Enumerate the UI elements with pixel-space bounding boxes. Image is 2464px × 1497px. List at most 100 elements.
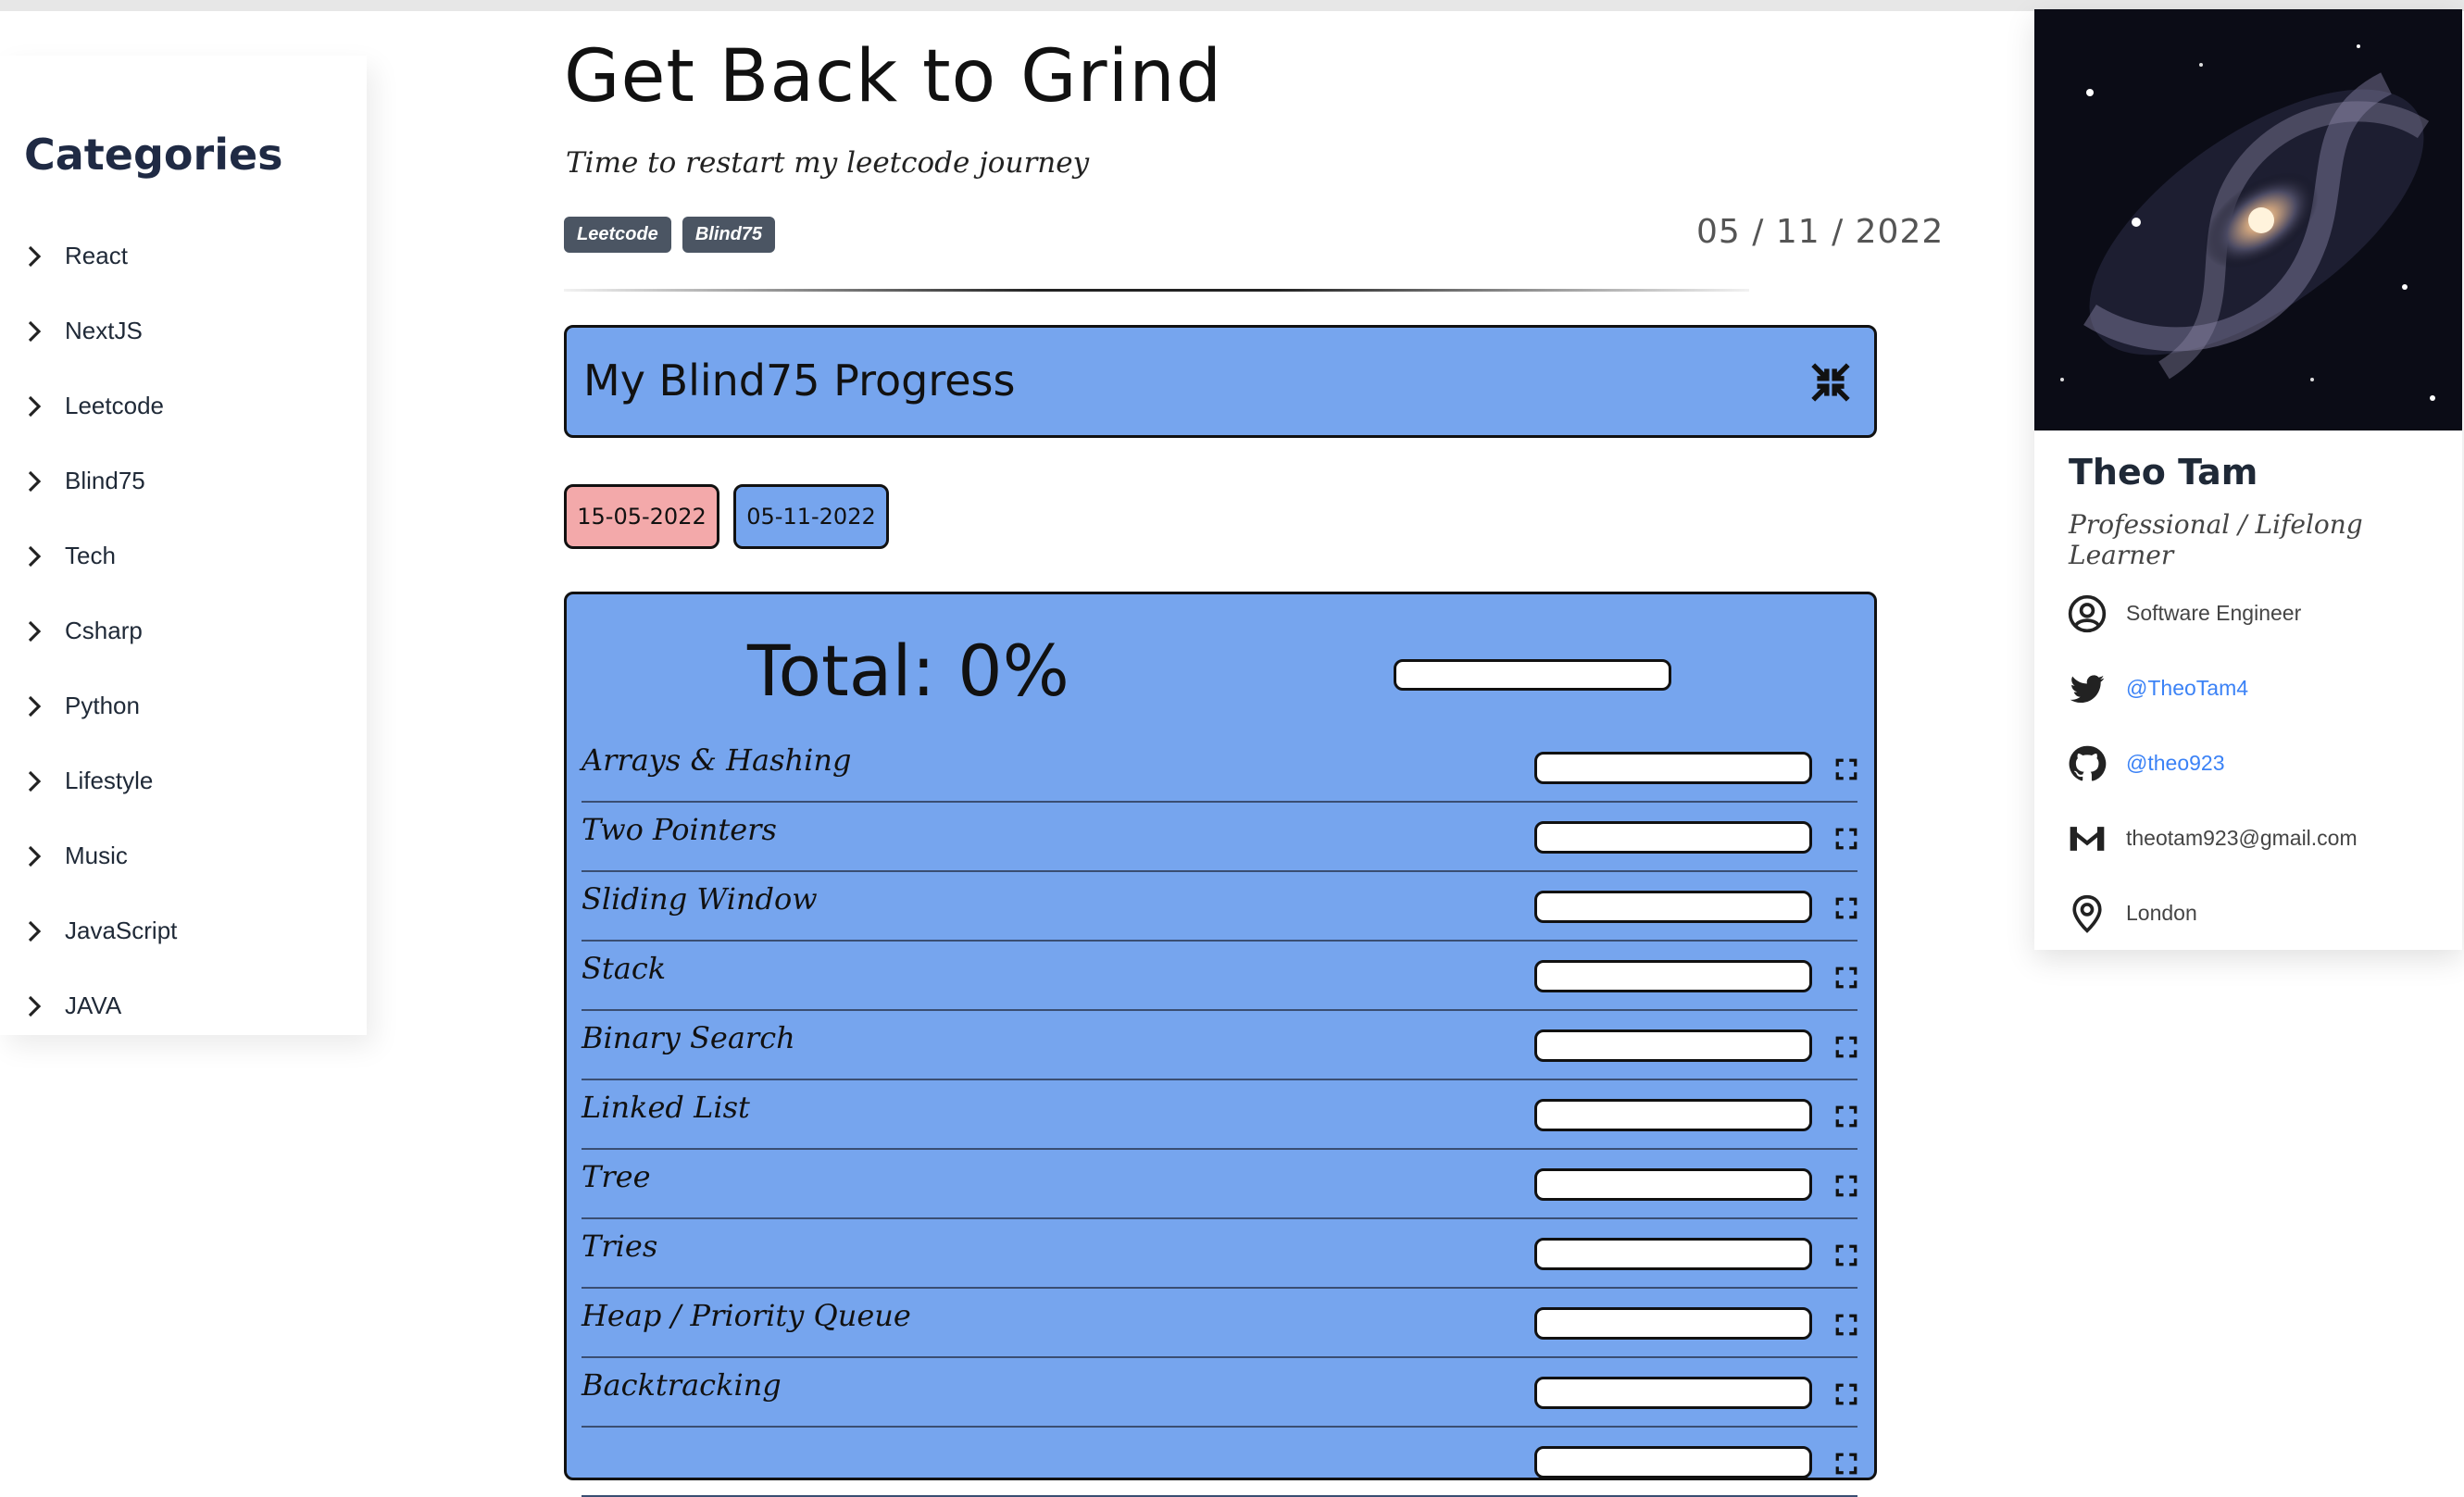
- topic-name: Stack: [582, 951, 667, 986]
- post-subtitle: Time to restart my leetcode journey: [566, 146, 1090, 180]
- gmail-icon: [2070, 826, 2105, 851]
- end-date-input[interactable]: 05-11-2022: [733, 484, 889, 549]
- category-item-csharp[interactable]: Csharp: [20, 593, 177, 668]
- expand-icon[interactable]: [1834, 1104, 1858, 1129]
- topic-row: Heap / Priority Queue: [582, 1289, 1857, 1358]
- category-item-lifestyle[interactable]: Lifestyle: [20, 743, 177, 818]
- profile-twitter[interactable]: @TheoTam4: [2067, 651, 2358, 726]
- topic-progress-bar: [1534, 1238, 1812, 1270]
- expand-icon[interactable]: [1834, 1174, 1858, 1198]
- email-text[interactable]: theotam923@gmail.com: [2126, 826, 2358, 851]
- expand-icon[interactable]: [1834, 1243, 1858, 1267]
- topic-name: Binary Search: [582, 1020, 795, 1055]
- collapse-icon[interactable]: [1807, 359, 1854, 405]
- expand-icon[interactable]: [1834, 1382, 1858, 1406]
- topic-row: Two Pointers: [582, 803, 1857, 872]
- chevron-right-icon: [28, 620, 42, 642]
- topic-row: Backtracking: [582, 1358, 1857, 1428]
- profile-role: Professional / Lifelong Learner: [2069, 509, 2363, 570]
- category-item-blind75[interactable]: Blind75: [20, 443, 177, 518]
- category-label: NextJS: [65, 317, 143, 344]
- divider: [564, 289, 1749, 292]
- topic-progress-bar: [1534, 1099, 1812, 1131]
- progress-panel: Total: 0% Arrays & Hashing Two Pointers …: [564, 592, 1877, 1497]
- tag-leetcode[interactable]: Leetcode: [564, 217, 671, 253]
- category-item-music[interactable]: Music: [20, 818, 177, 893]
- topic-row: Tries: [582, 1219, 1857, 1289]
- topic-name: Sliding Window: [582, 881, 818, 917]
- chevron-right-icon: [28, 545, 42, 567]
- expand-icon[interactable]: [1834, 1452, 1858, 1476]
- total-progress-bar: [1394, 659, 1671, 691]
- profile-email[interactable]: theotam923@gmail.com: [2067, 801, 2358, 876]
- category-label: Csharp: [65, 617, 143, 644]
- category-label: JavaScript: [65, 917, 178, 944]
- category-label: Music: [65, 842, 128, 869]
- topic-row: Sliding Window: [582, 872, 1857, 942]
- user-circle-icon: [2068, 594, 2107, 632]
- topic-progress-bar: [1534, 1377, 1812, 1409]
- twitter-icon: [2070, 674, 2105, 703]
- profile-github[interactable]: @theo923: [2067, 726, 2358, 801]
- profile-location: London: [2067, 876, 2358, 951]
- chevron-right-icon: [28, 845, 42, 867]
- topic-row: Stack: [582, 942, 1857, 1011]
- chevron-right-icon: [28, 695, 42, 717]
- topic-progress-bar: [1534, 1029, 1812, 1062]
- category-label: Python: [65, 692, 140, 719]
- topic-progress-bar: [1534, 891, 1812, 923]
- category-item-nextjs[interactable]: NextJS: [20, 293, 177, 368]
- topic-progress-bar: [1534, 1446, 1812, 1478]
- progress-header[interactable]: My Blind75 Progress: [564, 325, 1877, 438]
- profile-name: Theo Tam: [2069, 452, 2258, 493]
- category-label: Blind75: [65, 467, 145, 494]
- category-item-leetcode[interactable]: Leetcode: [20, 368, 177, 443]
- topic-progress-bar: [1534, 1307, 1812, 1340]
- topic-name: Backtracking: [582, 1367, 782, 1403]
- total-progress-label: Total: 0%: [747, 630, 1069, 712]
- topic-row: [582, 1428, 1857, 1497]
- expand-icon[interactable]: [1834, 757, 1858, 781]
- categories-sidebar: Categories React NextJS Leetcode Blind75…: [0, 56, 367, 1035]
- chevron-right-icon: [28, 920, 42, 942]
- chevron-right-icon: [28, 320, 42, 342]
- topic-row: Linked List: [582, 1080, 1857, 1150]
- category-label: Tech: [65, 542, 116, 569]
- chevron-right-icon: [28, 995, 42, 1017]
- category-item-javascript[interactable]: JavaScript: [20, 893, 177, 968]
- topic-progress-bar: [1534, 821, 1812, 854]
- expand-icon[interactable]: [1834, 1313, 1858, 1337]
- progress-heading: My Blind75 Progress: [583, 356, 1016, 405]
- category-label: JAVA: [65, 992, 122, 1019]
- category-item-python[interactable]: Python: [20, 668, 177, 743]
- expand-icon[interactable]: [1834, 896, 1858, 920]
- post-date: 05 / 11 / 2022: [1696, 213, 1945, 251]
- category-item-java[interactable]: JAVA: [20, 968, 177, 1043]
- galaxy-cover-image: [2034, 9, 2462, 430]
- topic-row: Arrays & Hashing: [582, 733, 1857, 803]
- chevron-right-icon: [28, 770, 42, 792]
- topic-name: Tree: [582, 1159, 651, 1194]
- profile-info-list: Software Engineer @TheoTam4 @theo923 the…: [2067, 576, 2358, 951]
- expand-icon[interactable]: [1834, 1035, 1858, 1059]
- twitter-link[interactable]: @TheoTam4: [2126, 676, 2248, 701]
- profile-card: Theo Tam Professional / Lifelong Learner…: [2034, 9, 2462, 950]
- category-label: Leetcode: [65, 392, 164, 419]
- topic-name: Tries: [582, 1229, 658, 1264]
- category-item-tech[interactable]: Tech: [20, 518, 177, 593]
- category-label: React: [65, 242, 128, 269]
- topic-list: Arrays & Hashing Two Pointers Sliding Wi…: [582, 733, 1857, 1497]
- topic-progress-bar: [1534, 1168, 1812, 1201]
- github-link[interactable]: @theo923: [2126, 751, 2225, 776]
- location-text: London: [2126, 901, 2197, 925]
- topic-row: Tree: [582, 1150, 1857, 1219]
- start-date-input[interactable]: 15-05-2022: [564, 484, 719, 549]
- chevron-right-icon: [28, 245, 42, 267]
- tag-blind75[interactable]: Blind75: [682, 217, 776, 253]
- expand-icon[interactable]: [1834, 827, 1858, 851]
- topic-name: Arrays & Hashing: [582, 742, 852, 778]
- expand-icon[interactable]: [1834, 966, 1858, 990]
- topic-progress-bar: [1534, 752, 1812, 784]
- category-item-react[interactable]: React: [20, 218, 177, 293]
- github-icon: [2069, 745, 2107, 781]
